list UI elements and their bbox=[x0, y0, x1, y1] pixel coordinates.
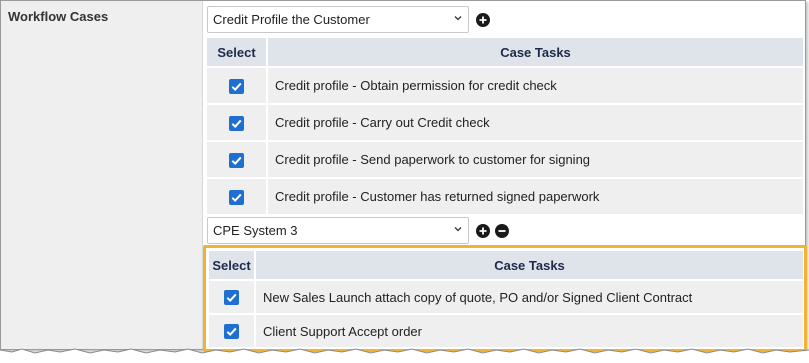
case-tasks-column-header: Case Tasks bbox=[268, 38, 803, 66]
field-label-column: Workflow Cases bbox=[1, 1, 203, 349]
table-row: Credit profile - Carry out Credit check bbox=[207, 103, 803, 140]
remove-icon bbox=[498, 230, 506, 232]
task-label: Credit profile - Carry out Credit check bbox=[268, 103, 803, 140]
checkmark-icon bbox=[231, 193, 242, 202]
workflow-select-1[interactable]: Credit Profile the Customer bbox=[207, 6, 469, 33]
checkmark-icon bbox=[231, 156, 242, 165]
checkmark-icon bbox=[231, 119, 242, 128]
table-row: Credit profile - Customer has returned s… bbox=[207, 177, 803, 214]
task-checkbox[interactable] bbox=[229, 189, 244, 205]
torn-edge bbox=[0, 348, 809, 363]
table-row: Credit profile - Send paperwork to custo… bbox=[207, 140, 803, 177]
highlight-box bbox=[203, 245, 807, 352]
workflow-select-2[interactable]: CPE System 3 bbox=[207, 217, 469, 244]
table-row: Credit profile - Obtain permission for c… bbox=[207, 66, 803, 103]
task-label: Credit profile - Obtain permission for c… bbox=[268, 66, 803, 103]
case-tasks-table-1: Select Case Tasks Credit profile - Obtai… bbox=[207, 38, 803, 214]
add-icon bbox=[479, 16, 487, 24]
chevron-down-icon bbox=[454, 16, 462, 21]
add-workflow-button[interactable] bbox=[476, 13, 490, 27]
remove-workflow-button[interactable] bbox=[495, 224, 509, 238]
task-checkbox[interactable] bbox=[229, 152, 244, 168]
task-label: Credit profile - Send paperwork to custo… bbox=[268, 140, 803, 177]
add-workflow-button[interactable] bbox=[476, 224, 490, 238]
workflow-select-1-value: Credit Profile the Customer bbox=[213, 12, 370, 27]
task-checkbox[interactable] bbox=[229, 115, 244, 131]
chevron-down-icon bbox=[454, 227, 462, 232]
task-label: Credit profile - Customer has returned s… bbox=[268, 177, 803, 214]
select-column-header: Select bbox=[207, 38, 268, 66]
checkmark-icon bbox=[231, 82, 242, 91]
task-checkbox[interactable] bbox=[229, 78, 244, 94]
add-icon bbox=[479, 227, 487, 235]
workflow-select-2-value: CPE System 3 bbox=[213, 223, 298, 238]
field-label: Workflow Cases bbox=[8, 9, 109, 24]
